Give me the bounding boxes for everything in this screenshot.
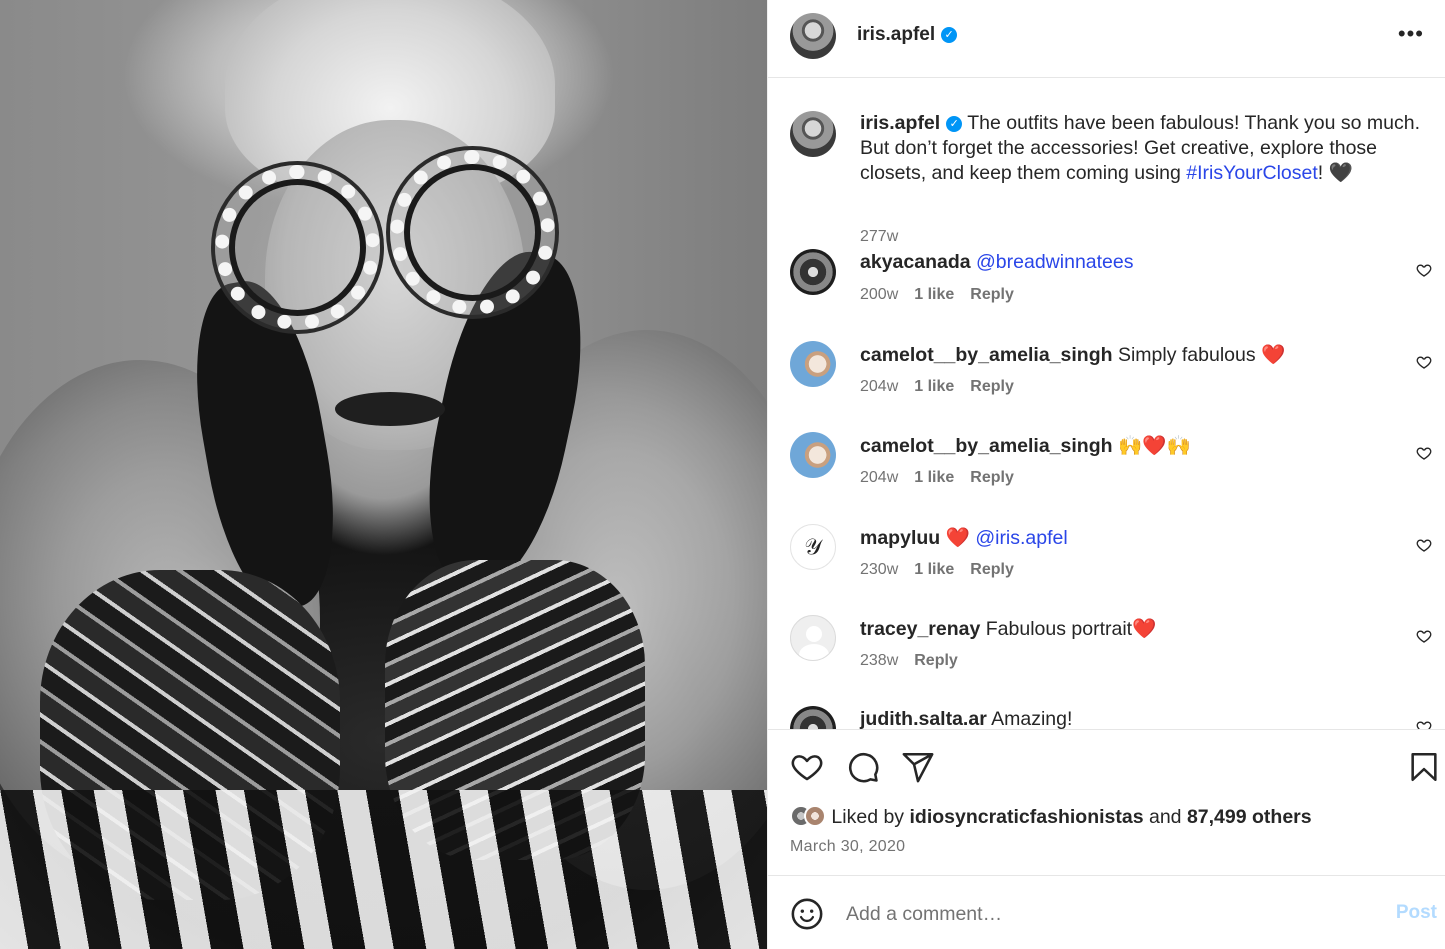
add-comment-bar: Post bbox=[768, 877, 1445, 949]
emoji-icon[interactable] bbox=[790, 897, 824, 931]
comment-timestamp[interactable]: 200w bbox=[860, 286, 898, 303]
comment-meta: 204w 1 like Reply bbox=[860, 469, 1030, 487]
comment-heart-icon[interactable] bbox=[1416, 262, 1432, 278]
comment-like-count[interactable]: 1 like bbox=[914, 469, 954, 486]
caption-body-end: ! 🖤 bbox=[1317, 162, 1353, 184]
post-actions: Liked by idiosyncraticfashionistas and 8… bbox=[768, 729, 1445, 876]
liker-avatar bbox=[804, 805, 826, 827]
comment-text: judith.salta.ar Amazing! bbox=[860, 708, 1072, 729]
comment-reply-button[interactable]: Reply bbox=[970, 561, 1014, 578]
more-icon[interactable]: ••• bbox=[1398, 23, 1424, 45]
verified-badge-icon: ✓ bbox=[941, 27, 958, 43]
comment-reply-button[interactable]: Reply bbox=[970, 286, 1014, 303]
verified-badge-icon: ✓ bbox=[946, 116, 963, 132]
comment-timestamp[interactable]: 230w bbox=[860, 561, 898, 578]
commenter-avatar[interactable] bbox=[790, 524, 836, 570]
comment-heart-icon[interactable] bbox=[1416, 445, 1432, 461]
post-date[interactable]: March 30, 2020 bbox=[790, 838, 905, 856]
commenter-username[interactable]: judith.salta.ar bbox=[860, 708, 987, 729]
likes-count[interactable]: 87,499 others bbox=[1187, 806, 1312, 828]
commenter-avatar[interactable] bbox=[790, 615, 836, 661]
comment-timestamp[interactable]: 204w bbox=[860, 469, 898, 486]
comment-body: 🙌❤️🙌 bbox=[1112, 435, 1191, 457]
commenter-username[interactable]: tracey_renay bbox=[860, 618, 980, 640]
comment-mention[interactable]: @breadwinnatees bbox=[976, 251, 1133, 273]
commenter-avatar[interactable] bbox=[790, 706, 836, 729]
caption-avatar[interactable] bbox=[790, 111, 836, 157]
commenter-username[interactable]: camelot__by_amelia_singh bbox=[860, 435, 1113, 457]
caption-timestamp[interactable]: 277w bbox=[860, 228, 898, 246]
photo-glasses-right bbox=[390, 150, 555, 315]
comment-item: akyacanada @breadwinnatees 200w 1 like Rep… bbox=[790, 249, 1445, 329]
likes-prefix: Liked by bbox=[831, 806, 910, 828]
commenter-username[interactable]: camelot__by_amelia_singh bbox=[860, 344, 1113, 366]
heart-icon[interactable] bbox=[790, 750, 824, 784]
author-avatar[interactable] bbox=[790, 13, 836, 59]
comment-mention[interactable]: @iris.apfel bbox=[975, 527, 1067, 549]
comment-reply-button[interactable]: Reply bbox=[914, 652, 958, 669]
comment-timestamp[interactable]: 238w bbox=[860, 652, 898, 669]
comment-item: camelot__by_amelia_singh Simply fabulous… bbox=[790, 341, 1445, 421]
commenter-avatar[interactable] bbox=[790, 341, 836, 387]
comment-heart-icon[interactable] bbox=[1416, 537, 1432, 553]
comment-heart-icon[interactable] bbox=[1416, 719, 1432, 729]
likes-middle: and bbox=[1143, 806, 1187, 828]
comment-body: Fabulous portrait❤️ bbox=[980, 618, 1157, 640]
comment-heart-icon[interactable] bbox=[1416, 354, 1432, 370]
caption-username[interactable]: iris.apfel bbox=[860, 112, 940, 134]
comment-meta: 230w 1 like Reply bbox=[860, 561, 1030, 579]
likes-user[interactable]: idiosyncraticfashionistas bbox=[909, 806, 1143, 828]
comment-like-count[interactable]: 1 like bbox=[914, 286, 954, 303]
comment-text: akyacanada @breadwinnatees bbox=[860, 251, 1134, 274]
comment-meta: 238w Reply bbox=[860, 652, 974, 670]
post-photo[interactable] bbox=[0, 0, 767, 949]
commenter-avatar[interactable] bbox=[790, 249, 836, 295]
comment-meta: 200w 1 like Reply bbox=[860, 286, 1030, 304]
photo-glasses-left bbox=[215, 165, 380, 330]
comment-heart-icon[interactable] bbox=[1416, 628, 1432, 644]
comment-text: camelot__by_amelia_singh 🙌❤️🙌 bbox=[860, 434, 1191, 458]
comment-reply-button[interactable]: Reply bbox=[970, 469, 1014, 486]
comment-body: Amazing! bbox=[986, 708, 1073, 729]
comments-list[interactable]: iris.apfel ✓ The outfits have been fabulo… bbox=[768, 79, 1445, 729]
bookmark-icon[interactable] bbox=[1407, 750, 1441, 784]
comment-item: judith.salta.ar Amazing! bbox=[790, 706, 1445, 729]
comment-body: Simply fabulous ❤️ bbox=[1112, 344, 1286, 366]
comment-timestamp[interactable]: 204w bbox=[860, 378, 898, 395]
commenter-username[interactable]: akyacanada bbox=[860, 251, 971, 273]
caption-hashtag[interactable]: #IrisYourCloset bbox=[1186, 162, 1318, 184]
comment-like-count[interactable]: 1 like bbox=[914, 561, 954, 578]
comment-reply-button[interactable]: Reply bbox=[970, 378, 1014, 395]
comment-text: tracey_renay Fabulous portrait❤️ bbox=[860, 617, 1156, 641]
comment-like-count[interactable]: 1 like bbox=[914, 378, 954, 395]
comment-icon[interactable] bbox=[846, 750, 880, 784]
comment-body: ❤️ bbox=[940, 527, 976, 549]
comment-meta: 204w 1 like Reply bbox=[860, 378, 1030, 396]
comment-item: camelot__by_amelia_singh 🙌❤️🙌 204w 1 like… bbox=[790, 432, 1445, 512]
post-header: iris.apfel ✓ ••• bbox=[768, 0, 1445, 78]
send-icon[interactable] bbox=[901, 750, 935, 784]
photo-striped-sleeves bbox=[0, 790, 767, 949]
author-username-row[interactable]: iris.apfel ✓ bbox=[857, 24, 958, 46]
caption-text: iris.apfel ✓ The outfits have been fabulo… bbox=[860, 111, 1440, 186]
comment-item: tracey_renay Fabulous portrait❤️ 238w Rep… bbox=[790, 615, 1445, 695]
likes-summary[interactable]: Liked by idiosyncraticfashionistas and 8… bbox=[790, 805, 1312, 835]
comment-item: mapyluu ❤️ @iris.apfel 230w 1 like Reply bbox=[790, 524, 1445, 604]
comment-text: mapyluu ❤️ @iris.apfel bbox=[860, 526, 1068, 550]
photo-lips bbox=[335, 392, 445, 426]
add-comment-input[interactable] bbox=[846, 899, 1366, 929]
commenter-avatar[interactable] bbox=[790, 432, 836, 478]
post-side-panel: iris.apfel ✓ ••• iris.apfel ✓ The outfits … bbox=[767, 0, 1445, 949]
commenter-username[interactable]: mapyluu bbox=[860, 527, 940, 549]
comment-text: camelot__by_amelia_singh Simply fabulous… bbox=[860, 343, 1285, 367]
author-username[interactable]: iris.apfel bbox=[857, 24, 935, 45]
post-button[interactable]: Post bbox=[1396, 902, 1437, 924]
